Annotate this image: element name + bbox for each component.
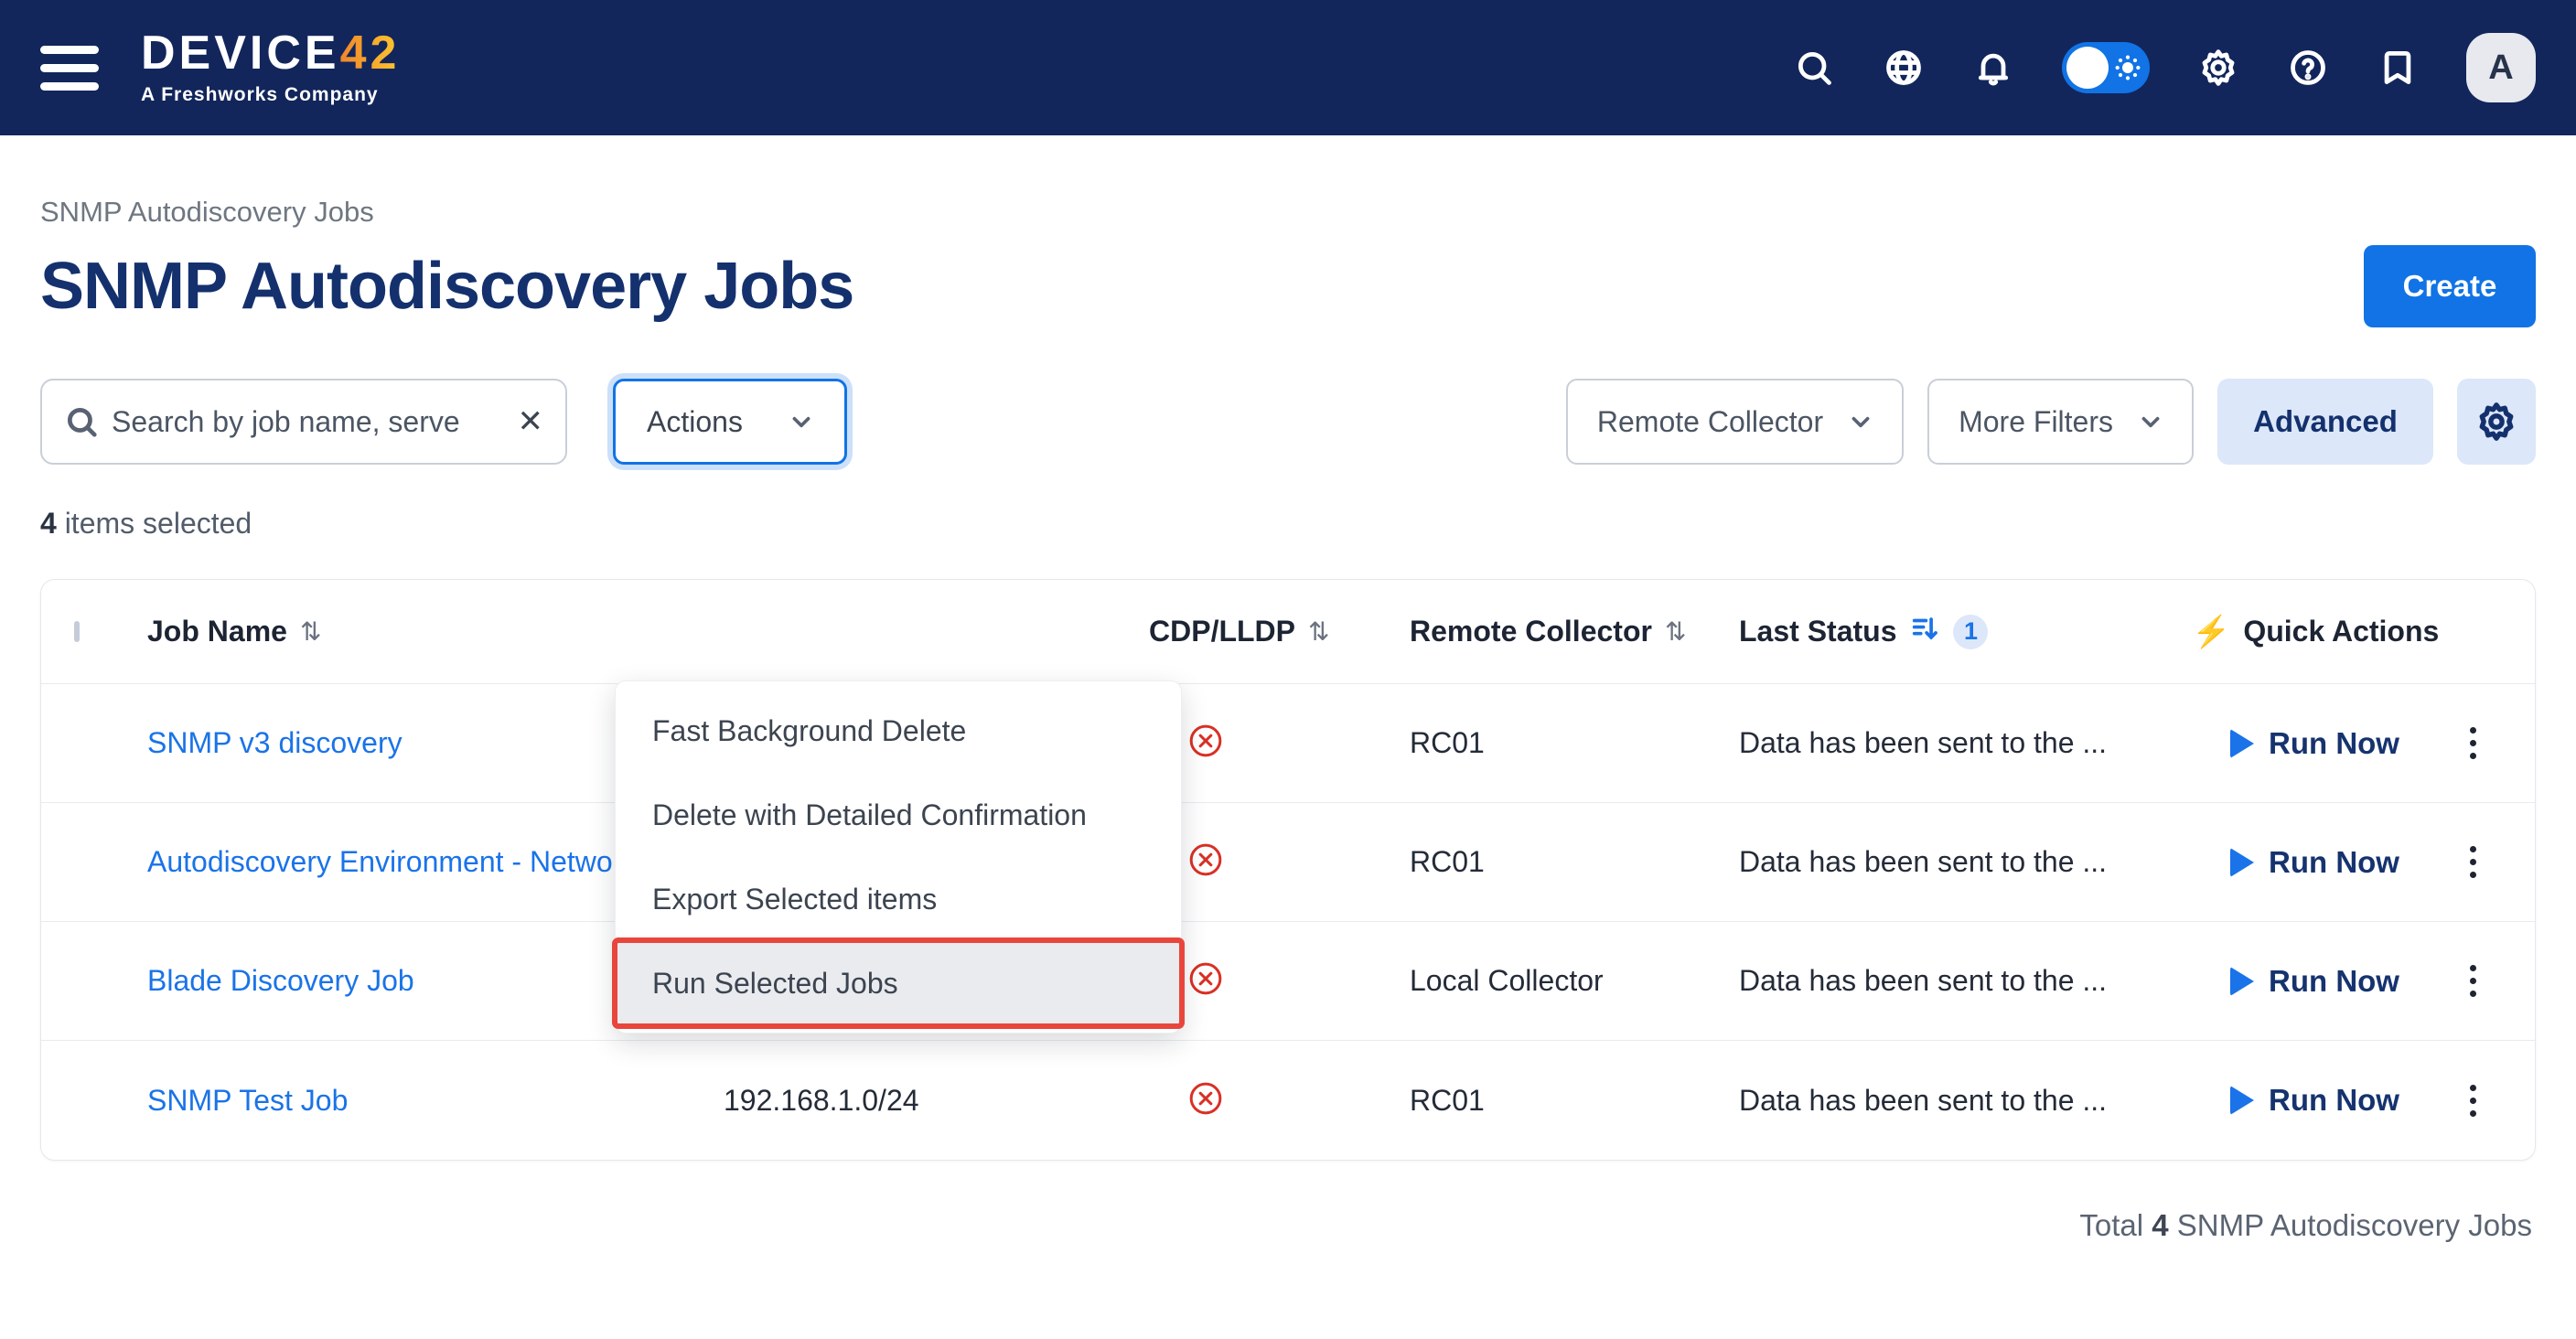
remote-collector-cell: RC01 bbox=[1410, 845, 1739, 879]
column-header-cdp-lldp[interactable]: CDP/LLDP⇅ bbox=[1149, 615, 1410, 648]
table-settings-button[interactable] bbox=[2457, 379, 2536, 465]
theme-toggle[interactable] bbox=[2062, 42, 2150, 93]
hamburger-menu-icon[interactable] bbox=[40, 46, 99, 91]
remote-collector-filter-label: Remote Collector bbox=[1597, 405, 1823, 439]
last-status-cell: Data has been sent to the ... bbox=[1739, 845, 2192, 879]
row-menu-kebab-icon[interactable] bbox=[2463, 958, 2484, 1004]
help-icon[interactable] bbox=[2287, 47, 2329, 89]
sun-icon bbox=[2113, 53, 2142, 82]
lightning-bolt-icon: ⚡ bbox=[2192, 614, 2230, 650]
run-now-button[interactable]: Run Now bbox=[2230, 964, 2399, 999]
notifications-bell-icon[interactable] bbox=[1972, 47, 2014, 89]
cdp-disabled-icon bbox=[1187, 841, 1224, 878]
last-status-cell: Data has been sent to the ... bbox=[1739, 1084, 2192, 1118]
table-total-summary: Total 4 SNMP Autodiscovery Jobs bbox=[40, 1208, 2536, 1243]
menu-item-delete-with-confirmation[interactable]: Delete with Detailed Confirmation bbox=[616, 773, 1181, 857]
actions-button-label: Actions bbox=[647, 405, 743, 439]
cdp-disabled-icon bbox=[1187, 960, 1224, 997]
actions-dropdown-button[interactable]: Actions bbox=[613, 379, 847, 465]
page-content: SNMP Autodiscovery Jobs SNMP Autodiscove… bbox=[0, 196, 2576, 1243]
sort-icon[interactable]: ⇅ bbox=[300, 616, 321, 647]
gear-icon bbox=[2475, 401, 2517, 443]
table-row: SNMP Test Job 192.168.1.0/24 RC01 Data h… bbox=[41, 1041, 2535, 1160]
more-filters-label: More Filters bbox=[1959, 405, 2113, 439]
chevron-down-icon bbox=[2139, 410, 2163, 434]
logo-tagline: A Freshworks Company bbox=[141, 84, 400, 106]
run-now-button[interactable]: Run Now bbox=[2230, 845, 2399, 880]
last-status-cell: Data has been sent to the ... bbox=[1739, 964, 2192, 998]
toolbar: ✕ Actions Remote Collector More Filters … bbox=[40, 379, 2536, 465]
column-header-remote-collector[interactable]: Remote Collector⇅ bbox=[1410, 615, 1739, 648]
jobs-table: Job Name⇅ CDP/LLDP⇅ Remote Collector⇅ La… bbox=[40, 579, 2536, 1161]
job-name-link[interactable]: SNMP Test Job bbox=[147, 1084, 724, 1118]
target-range-cell: 192.168.1.0/24 bbox=[724, 1084, 1149, 1118]
page-title: SNMP Autodiscovery Jobs bbox=[40, 249, 853, 324]
select-all-checkbox[interactable] bbox=[74, 621, 80, 642]
selection-count: 4 bbox=[40, 507, 57, 540]
sort-icon[interactable]: ⇅ bbox=[1308, 616, 1329, 647]
cdp-disabled-icon bbox=[1187, 1080, 1224, 1117]
run-now-button[interactable]: Run Now bbox=[2230, 1083, 2399, 1118]
remote-collector-cell: RC01 bbox=[1410, 1084, 1739, 1118]
play-icon bbox=[2230, 848, 2254, 877]
top-navbar: DEVICE42 A Freshworks Company A bbox=[0, 0, 2576, 135]
more-filters-dropdown[interactable]: More Filters bbox=[1927, 379, 2194, 465]
play-icon bbox=[2230, 1086, 2254, 1115]
column-header-last-status[interactable]: Last Status 1 bbox=[1739, 613, 2192, 651]
clear-search-icon[interactable]: ✕ bbox=[518, 403, 544, 440]
search-icon[interactable] bbox=[1793, 47, 1835, 89]
column-header-quick-actions: ⚡ Quick Actions bbox=[2192, 614, 2535, 650]
settings-gear-icon[interactable] bbox=[2197, 47, 2239, 89]
toggle-knob-icon bbox=[2066, 47, 2109, 89]
menu-item-run-selected-jobs[interactable]: Run Selected Jobs bbox=[616, 941, 1181, 1025]
advanced-button[interactable]: Advanced bbox=[2217, 379, 2433, 465]
menu-item-export-selected[interactable]: Export Selected items bbox=[616, 857, 1181, 941]
remote-collector-cell: RC01 bbox=[1410, 726, 1739, 760]
chevron-down-icon bbox=[1849, 410, 1873, 434]
device42-logo[interactable]: DEVICE42 A Freshworks Company bbox=[141, 29, 400, 106]
sort-descending-icon[interactable] bbox=[1909, 613, 1940, 651]
row-menu-kebab-icon[interactable] bbox=[2463, 720, 2484, 766]
column-header-job-name[interactable]: Job Name⇅ bbox=[147, 615, 724, 648]
user-avatar[interactable]: A bbox=[2466, 33, 2536, 102]
cdp-disabled-icon bbox=[1187, 723, 1224, 759]
table-row: SNMP v3 discovery RC01 Data has been sen… bbox=[41, 684, 2535, 803]
selection-label: items selected bbox=[57, 507, 252, 540]
selection-summary: 4 items selected bbox=[40, 507, 2536, 541]
table-row: Blade Discovery Job 192.168.42.1-192.168… bbox=[41, 922, 2535, 1041]
table-header-row: Job Name⇅ CDP/LLDP⇅ Remote Collector⇅ La… bbox=[41, 580, 2535, 684]
menu-item-fast-background-delete[interactable]: Fast Background Delete bbox=[616, 689, 1181, 773]
avatar-letter: A bbox=[2488, 48, 2513, 88]
search-input[interactable] bbox=[112, 405, 505, 439]
play-icon bbox=[2230, 729, 2254, 758]
run-now-button[interactable]: Run Now bbox=[2230, 726, 2399, 761]
globe-icon[interactable] bbox=[1883, 47, 1925, 89]
play-icon bbox=[2230, 967, 2254, 996]
bookmark-icon[interactable] bbox=[2377, 47, 2419, 89]
search-icon bbox=[64, 404, 99, 439]
sort-priority-badge: 1 bbox=[1953, 615, 1988, 649]
remote-collector-filter[interactable]: Remote Collector bbox=[1566, 379, 1904, 465]
chevron-down-icon bbox=[789, 410, 813, 434]
create-button[interactable]: Create bbox=[2364, 245, 2536, 327]
breadcrumb: SNMP Autodiscovery Jobs bbox=[40, 196, 2536, 229]
actions-dropdown-menu: Fast Background Delete Delete with Detai… bbox=[615, 680, 1182, 1034]
logo-text: DEVICE42 bbox=[141, 29, 400, 77]
total-count: 4 bbox=[2152, 1208, 2168, 1242]
remote-collector-cell: Local Collector bbox=[1410, 964, 1739, 998]
table-row: Autodiscovery Environment - Netwo... 192… bbox=[41, 803, 2535, 922]
row-menu-kebab-icon[interactable] bbox=[2463, 1077, 2484, 1124]
row-menu-kebab-icon[interactable] bbox=[2463, 839, 2484, 885]
last-status-cell: Data has been sent to the ... bbox=[1739, 726, 2192, 760]
search-box[interactable]: ✕ bbox=[40, 379, 567, 465]
sort-icon[interactable]: ⇅ bbox=[1665, 616, 1686, 647]
